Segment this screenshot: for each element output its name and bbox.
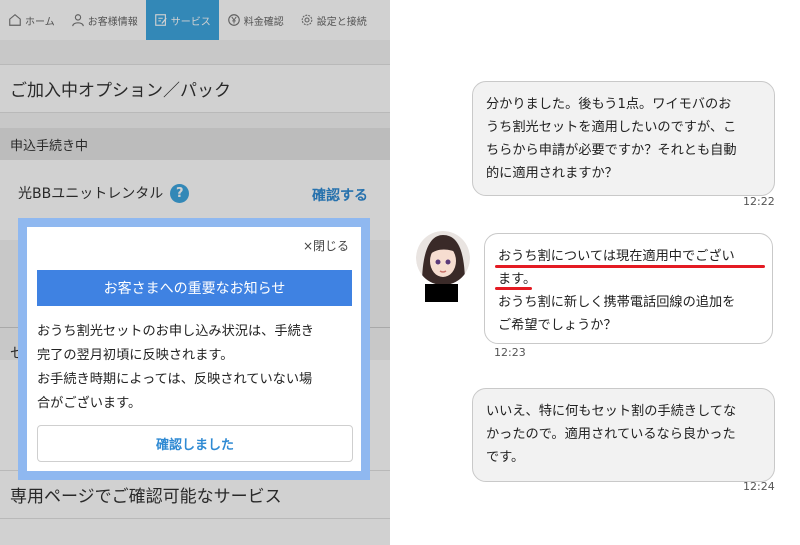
- message-line: おうち割に新しく携帯電話回線の追加を: [498, 295, 736, 310]
- modal-body-line: お手続き時期によっては、反映されていない場: [37, 372, 313, 387]
- modal-body-line: 完了の翌月初頃に反映されます。: [37, 348, 234, 363]
- highlight-underline: [495, 287, 532, 290]
- modal-title: お客さまへの重要なお知らせ: [37, 270, 352, 306]
- message-time: 12:24: [743, 480, 775, 493]
- message-time: 12:23: [494, 346, 526, 359]
- message-line: です。: [486, 450, 525, 465]
- modal-body-line: 合がございます。: [37, 396, 142, 411]
- modal-body: おうち割光セットのお申し込み状況は、手続き 完了の翌月初頃に反映されます。 お手…: [37, 320, 355, 416]
- message-line: いいえ、特に何もセット割の手続きしてな: [486, 404, 737, 419]
- message-time: 12:22: [743, 195, 775, 208]
- message-line: ちらから申請が必要ですか？それとも自動: [486, 143, 737, 158]
- highlight-underline: [495, 265, 765, 268]
- close-button[interactable]: ×閉じる: [303, 237, 349, 254]
- redaction-box: [425, 284, 458, 302]
- message-line: ます。: [498, 272, 537, 287]
- chat-message-user: 分かりました。後もう1点。ワイモバのお うち割光セットを適用したいのですが、こ …: [472, 81, 775, 196]
- acknowledge-button[interactable]: 確認しました: [37, 425, 353, 462]
- operator-avatar-icon: [416, 231, 470, 285]
- message-line: 的に適用されますか？: [486, 166, 618, 181]
- message-line: かったので。適用されているなら良かった: [486, 427, 736, 442]
- message-line: うち割光セットを適用したいのですが、こ: [486, 120, 737, 135]
- app-screen: ホーム お客様情報 サービス 料金確認 設定と接続 ご加入中オプション／パック …: [0, 0, 390, 545]
- notice-modal: ×閉じる お客さまへの重要なお知らせ おうち割光セットのお申し込み状況は、手続き…: [18, 218, 370, 480]
- modal-body-line: おうち割光セットのお申し込み状況は、手続き: [37, 324, 314, 339]
- message-line: ご希望でしょうか？: [498, 318, 617, 333]
- avatar: [416, 231, 470, 285]
- chat-message-user: いいえ、特に何もセット割の手続きしてな かったので。適用されているなら良かった …: [472, 388, 775, 482]
- message-line: 分かりました。後もう1点。ワイモバのお: [486, 97, 732, 112]
